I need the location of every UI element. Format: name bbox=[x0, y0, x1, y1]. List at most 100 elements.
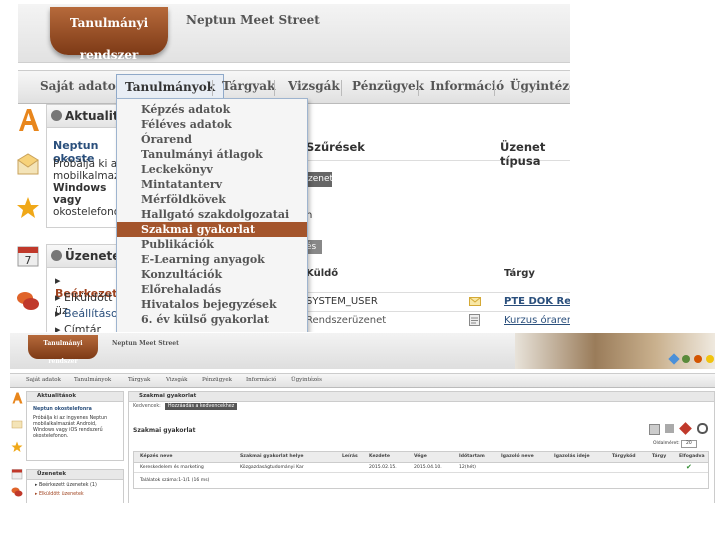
print-icon[interactable] bbox=[665, 424, 674, 433]
system-logo-tab[interactable]: Tanulmányi rendszer bbox=[50, 7, 168, 62]
dropdown-item-e-learning[interactable]: E-Learning anyagok bbox=[117, 252, 307, 267]
cell-vege: 2015.04.10. bbox=[414, 465, 442, 470]
full-screenshot: Tanulmányi rendszer Neptun Meet Street S… bbox=[10, 333, 715, 503]
menu-vizsgak[interactable]: Vizsgák bbox=[166, 377, 188, 383]
chat-bubbles-icon bbox=[17, 292, 39, 310]
add-to-favorites-button[interactable]: Hozzáadás a kedvencekhez bbox=[165, 403, 238, 410]
menu-targyak[interactable]: Tárgyak bbox=[128, 377, 150, 383]
dropdown-item-orarend[interactable]: Órarend bbox=[117, 132, 307, 147]
column-kuldo[interactable]: Küldő bbox=[306, 268, 338, 279]
dropdown-item-konzultaciok[interactable]: Konzultációk bbox=[117, 267, 307, 282]
pin-icon[interactable] bbox=[679, 422, 692, 435]
column-targykod[interactable]: Tárgykód bbox=[612, 452, 636, 462]
menu-tanulmanyok[interactable]: Tanulmányok bbox=[116, 74, 225, 101]
dropdown-item-tanulmanyi-atlagok[interactable]: Tanulmányi átlagok bbox=[117, 147, 307, 162]
column-idotartam[interactable]: Időtartam bbox=[459, 452, 485, 462]
neptun-okostelefonra-link[interactable]: Neptun okostelefonra bbox=[33, 407, 92, 413]
collapse-icon[interactable] bbox=[51, 250, 62, 261]
dropdown-item-feleves-adatok[interactable]: Féléves adatok bbox=[117, 117, 307, 132]
aktualitasok-a-icon bbox=[12, 392, 23, 404]
left-icon-strip: 7 bbox=[12, 104, 42, 332]
calendar-icon: 7 bbox=[17, 246, 39, 267]
dropdown-item-mintatanterv[interactable]: Mintatanterv bbox=[117, 177, 307, 192]
search-icon[interactable] bbox=[697, 423, 708, 434]
uzenetek-panel: Üzenetek ▸ Beérkezett üzenetek (1) ▸ Elk… bbox=[26, 469, 124, 503]
uzenetek-item-beerkezett[interactable]: ▸ Beérkezett üzenetek (1) bbox=[35, 483, 97, 489]
column-targy[interactable]: Tárgy bbox=[504, 268, 535, 279]
meet-street-link[interactable]: Neptun Meet Street bbox=[186, 13, 320, 27]
menu-vizsgak[interactable]: Vizsgák bbox=[288, 79, 340, 93]
message-subject-link[interactable]: PTE DOK Rend bbox=[504, 296, 570, 307]
star-icon bbox=[11, 441, 23, 452]
column-kepzes-neve[interactable]: Képzés neve bbox=[140, 452, 173, 462]
message-row[interactable]: Rendszerüzenet Kurzus órarend bbox=[306, 311, 570, 330]
system-logo-tab[interactable]: Tanulmányi rendszer bbox=[28, 335, 98, 365]
page-size-label: Oldalméret: 20 bbox=[653, 440, 697, 448]
column-kezdete[interactable]: Kezdete bbox=[369, 452, 390, 462]
list-button[interactable]: zenet bbox=[306, 172, 333, 187]
dropdown-item-kepzes-adatok[interactable]: Képzés adatok bbox=[117, 102, 307, 117]
page-size-select[interactable]: 20 bbox=[681, 440, 697, 448]
menu-penzugyek[interactable]: Pénzügyek bbox=[202, 377, 232, 383]
dropdown-item-publikaciok[interactable]: Publikációk bbox=[117, 237, 307, 252]
globe-icon[interactable] bbox=[668, 353, 680, 365]
menu-tanulmanyok[interactable]: Tanulmányok bbox=[74, 377, 111, 383]
menu-ugyintezes[interactable]: Ügyintézés bbox=[510, 79, 570, 93]
szakmai-gyakorlat-page: Szakmai gyakorlat Kedvencek: Hozzáadás a… bbox=[128, 391, 715, 503]
dropdown-item-hallgato-szakdolgozatai[interactable]: Hallgató szakdolgozatai bbox=[117, 207, 307, 222]
menu-ugyintezes[interactable]: Ügyintézés bbox=[291, 377, 322, 383]
dropdown-item-szakmai-gyakorlat[interactable]: Szakmai gyakorlat bbox=[117, 222, 307, 237]
page-title: Szakmai gyakorlat bbox=[129, 392, 714, 402]
smiley-icon[interactable] bbox=[706, 355, 714, 363]
menu-penzugyek[interactable]: Pénzügyek bbox=[352, 79, 424, 93]
settings-icon[interactable] bbox=[694, 355, 702, 363]
uzenetek-item-beallitasok[interactable]: ▸ Beállítások bbox=[55, 307, 124, 320]
section-title: Szakmai gyakorlat bbox=[133, 427, 196, 434]
table-row[interactable]: Kereskedelem és marketing Közgazdaságtud… bbox=[134, 463, 708, 473]
uzenet-tipusa-column[interactable]: Üzenet típusa bbox=[500, 140, 570, 168]
search-button[interactable]: és bbox=[306, 240, 322, 254]
content-area: Szűrések Üzenet típusa zenet n és Küldő … bbox=[306, 104, 570, 332]
meet-street-link[interactable]: Neptun Meet Street bbox=[112, 340, 179, 347]
szuresek-header[interactable]: Szűrések Üzenet típusa bbox=[306, 140, 570, 168]
column-igazolo-neve[interactable]: Igazoló neve bbox=[501, 452, 534, 462]
calendar-icon bbox=[11, 469, 23, 480]
column-szakmai-gyakorlat-helye[interactable]: Szakmai gyakorlat helye bbox=[240, 452, 303, 462]
uzenetek-item-elkuldott[interactable]: ▸ Elküldött üzenetek bbox=[35, 492, 84, 498]
aktualitasok-header: Aktualitáso bbox=[47, 105, 142, 128]
message-subject-link[interactable]: Kurzus órarend bbox=[504, 315, 570, 326]
uzenetek-item-cimtar[interactable]: ▸ Címtár bbox=[55, 323, 101, 332]
star-icon bbox=[17, 197, 39, 218]
column-leiras[interactable]: Leírás bbox=[342, 452, 358, 462]
main-menu: Saját adatok Tanulmányok Tárgyak Vizsgák… bbox=[10, 373, 715, 388]
envelope-icon bbox=[11, 420, 23, 429]
szuresek-label: Szűrések bbox=[306, 140, 365, 154]
menu-targyak[interactable]: Tárgyak bbox=[222, 79, 275, 93]
collapse-icon[interactable] bbox=[51, 110, 62, 121]
column-targy[interactable]: Tárgy bbox=[652, 452, 666, 462]
envelope-icon bbox=[469, 297, 481, 306]
menu-informacio[interactable]: Információ bbox=[246, 377, 276, 383]
dropdown-item-hivatalos-bejegyzesek[interactable]: Hivatalos bejegyzések bbox=[117, 297, 307, 312]
column-vege[interactable]: Vége bbox=[414, 452, 427, 462]
dropdown-item-elorehaladas[interactable]: Előrehaladás bbox=[117, 282, 307, 297]
practice-table: Képzés neve Szakmai gyakorlat helye Leír… bbox=[133, 451, 709, 489]
document-icon bbox=[469, 314, 480, 326]
dropdown-item-merfoldkovek[interactable]: Mérföldkövek bbox=[117, 192, 307, 207]
message-sender: Rendszerüzenet bbox=[306, 315, 387, 326]
cell-hely: Közgazdaságtudományi Kar bbox=[240, 465, 304, 470]
svg-text:7: 7 bbox=[25, 254, 32, 267]
kedvencek-label: Kedvencek: bbox=[133, 404, 161, 409]
dropdown-item-leckekonyv[interactable]: Leckekönyv bbox=[117, 162, 307, 177]
column-elfogadva[interactable]: Elfogadva bbox=[679, 452, 705, 462]
aktualitasok-a-icon bbox=[19, 109, 39, 131]
menu-sajat-adatok[interactable]: Saját adatok bbox=[26, 377, 61, 383]
export-icon[interactable] bbox=[649, 424, 660, 435]
dropdown-item-6-ev-kulso-gyakorlat[interactable]: 6. év külső gyakorlat bbox=[117, 312, 307, 327]
cell-kepzes-neve: Kereskedelem és marketing bbox=[140, 465, 204, 470]
menu-sajat-adatok[interactable]: Saját adatok bbox=[40, 79, 124, 93]
aktualitasok-header: Aktualitások bbox=[27, 392, 123, 402]
help-icon[interactable] bbox=[682, 355, 690, 363]
message-row[interactable]: SYSTEM_USER PTE DOK Rend bbox=[306, 292, 570, 311]
column-igazolas-ideje[interactable]: Igazolás ideje bbox=[554, 452, 590, 462]
